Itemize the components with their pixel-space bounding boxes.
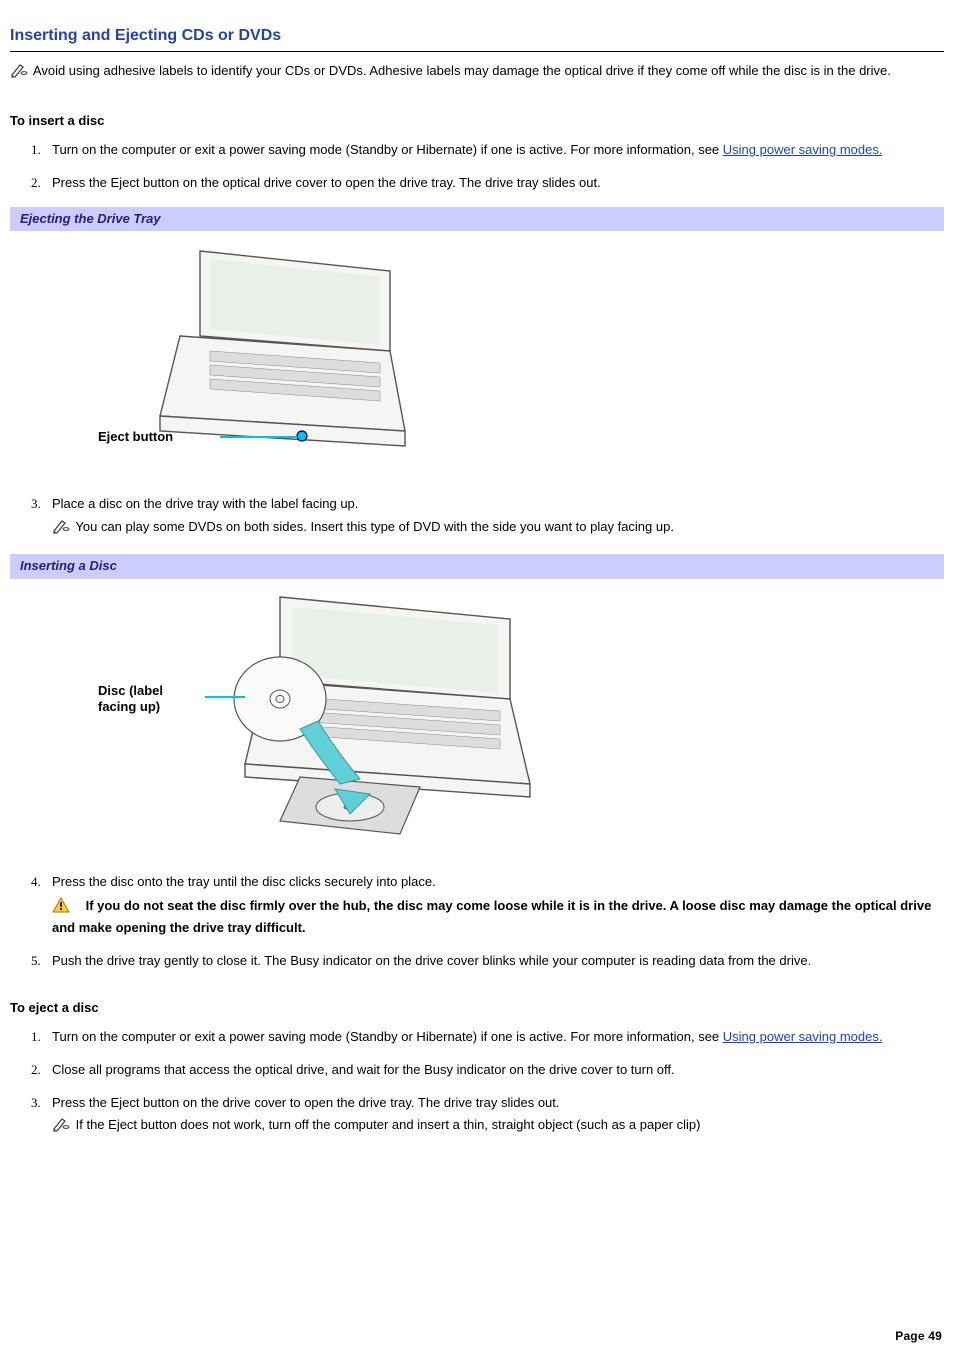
insert-step-5: Push the drive tray gently to close it. … bbox=[44, 952, 944, 971]
pencil-icon bbox=[52, 1116, 70, 1138]
insert-step-4-text: Press the disc onto the tray until the d… bbox=[52, 874, 436, 889]
insert-step-4: Press the disc onto the tray until the d… bbox=[44, 873, 944, 939]
eject-step-1-text-a: Turn on the computer or exit a power sav… bbox=[52, 1029, 723, 1044]
insert-step-1-text-a: Turn on the computer or exit a power sav… bbox=[52, 142, 723, 157]
insert-step-4-warning: If you do not seat the disc firmly over … bbox=[52, 897, 944, 938]
eject-heading: To eject a disc bbox=[10, 999, 944, 1018]
figure-caption-inserting-disc: Inserting a Disc bbox=[10, 554, 944, 579]
eject-step-3-note-text: If the Eject button does not work, turn … bbox=[76, 1117, 701, 1132]
intro-note: Avoid using adhesive labels to identify … bbox=[10, 62, 944, 84]
warning-icon bbox=[52, 897, 70, 919]
eject-step-3-note: If the Eject button does not work, turn … bbox=[52, 1116, 944, 1138]
eject-step-3: Press the Eject button on the drive cove… bbox=[44, 1094, 944, 1139]
insert-step-3-note: You can play some DVDs on both sides. In… bbox=[52, 518, 944, 540]
fig2-label-a: Disc (label bbox=[98, 683, 163, 698]
page-title: Inserting and Ejecting CDs or DVDs bbox=[10, 24, 944, 52]
fig2-label-b: facing up) bbox=[98, 699, 160, 714]
insert-step-4-warning-text: If you do not seat the disc firmly over … bbox=[52, 898, 931, 935]
figure-caption-eject-tray: Ejecting the Drive Tray bbox=[10, 207, 944, 232]
figure-inserting-disc: Disc (label facing up) bbox=[70, 589, 944, 855]
intro-note-text: Avoid using adhesive labels to identify … bbox=[33, 63, 891, 78]
insert-step-3-note-text: You can play some DVDs on both sides. In… bbox=[75, 519, 674, 534]
figure-eject-tray: Eject button bbox=[70, 241, 944, 477]
link-power-saving-modes-2[interactable]: Using power saving modes. bbox=[723, 1029, 883, 1044]
eject-step-3-text: Press the Eject button on the drive cove… bbox=[52, 1095, 560, 1110]
pencil-icon bbox=[52, 518, 70, 540]
insert-step-1: Turn on the computer or exit a power sav… bbox=[44, 141, 944, 160]
pencil-icon bbox=[10, 62, 28, 84]
insert-step-3: Place a disc on the drive tray with the … bbox=[44, 495, 944, 540]
eject-step-2: Close all programs that access the optic… bbox=[44, 1061, 944, 1080]
fig1-label: Eject button bbox=[98, 429, 173, 444]
insert-step-2: Press the Eject button on the optical dr… bbox=[44, 174, 944, 193]
page-number: Page 49 bbox=[895, 1328, 942, 1345]
insert-heading: To insert a disc bbox=[10, 112, 944, 131]
insert-step-3-text: Place a disc on the drive tray with the … bbox=[52, 496, 358, 511]
eject-step-1: Turn on the computer or exit a power sav… bbox=[44, 1028, 944, 1047]
link-power-saving-modes[interactable]: Using power saving modes. bbox=[723, 142, 883, 157]
